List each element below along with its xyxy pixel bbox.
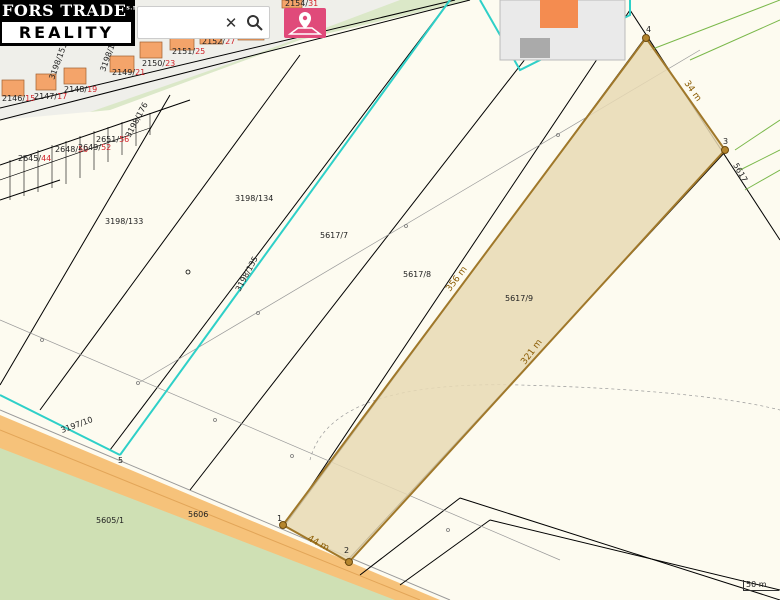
svg-text:2649/52: 2649/52	[78, 143, 111, 152]
map-pin-icon	[287, 12, 323, 35]
search-box: ✕	[137, 6, 270, 39]
cadastral-map[interactable]: 3198/133 3198/134 5617/7 5617/8 5617/9 3…	[0, 0, 780, 600]
svg-text:2154/31: 2154/31	[285, 0, 318, 8]
svg-text:2149/21: 2149/21	[112, 68, 145, 77]
location-button[interactable]	[284, 8, 326, 38]
brand-logo[interactable]: FORS TRADEs.r.o. REALITY	[0, 0, 145, 46]
parcel-label: 5605/1	[96, 516, 124, 525]
parcel-label: 5617/8	[403, 270, 431, 279]
svg-text:4: 4	[646, 25, 651, 34]
parcel-label: 5617/9	[505, 294, 533, 303]
svg-text:3: 3	[723, 137, 728, 146]
svg-text:2150/23: 2150/23	[142, 59, 175, 68]
parcel-label: 3198/134	[235, 194, 273, 203]
scale-bar: 50 m	[743, 580, 779, 591]
parcel-label: 5617/7	[320, 231, 348, 240]
parcel-label: 3198/133	[105, 217, 143, 226]
svg-text:2147/17: 2147/17	[34, 92, 67, 101]
svg-text:1: 1	[277, 514, 282, 523]
svg-text:2645/44: 2645/44	[18, 154, 51, 163]
industrial-building	[499, 0, 626, 61]
brand-name-top: FORS TRADE	[2, 1, 127, 20]
svg-text:2146/15: 2146/15	[2, 94, 35, 103]
svg-text:2148/19: 2148/19	[64, 85, 97, 94]
brand-name-bottom: REALITY	[2, 22, 131, 43]
svg-text:2151/25: 2151/25	[172, 47, 205, 56]
svg-text:5: 5	[118, 456, 123, 465]
close-icon[interactable]: ✕	[220, 12, 242, 34]
search-input[interactable]	[142, 11, 216, 37]
parcel-label: 5606	[188, 510, 208, 519]
svg-text:2: 2	[344, 546, 349, 555]
search-icon[interactable]	[244, 12, 266, 34]
